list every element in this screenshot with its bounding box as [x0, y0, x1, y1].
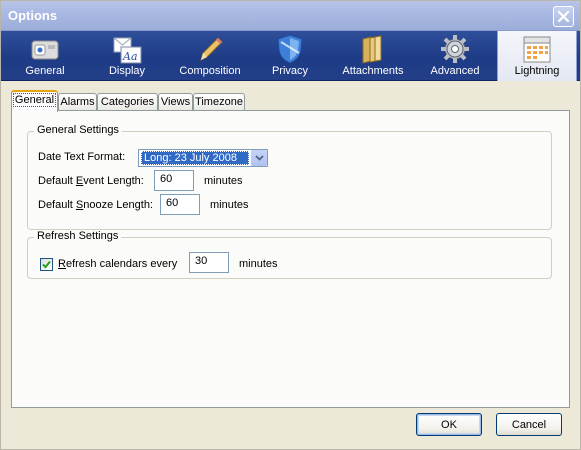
- ok-button[interactable]: OK: [416, 413, 482, 436]
- checkmark-icon: [42, 260, 51, 269]
- general-switch-icon: [31, 40, 59, 60]
- pane-attachments-label: Attachments: [342, 65, 404, 77]
- close-icon: [557, 10, 570, 23]
- refresh-checkbox-label[interactable]: Refresh calendars every: [58, 258, 177, 270]
- tab-views[interactable]: Views: [158, 93, 193, 111]
- pane-general[interactable]: General: [7, 31, 83, 81]
- calendar-icon: [523, 36, 551, 63]
- snooze-length-unit: minutes: [210, 199, 249, 211]
- pane-lightning-label: Lightning: [514, 65, 560, 77]
- pane-privacy[interactable]: Privacy: [255, 31, 325, 81]
- tab-views-label: Views: [160, 96, 191, 108]
- pane-privacy-label: Privacy: [271, 65, 309, 77]
- tab-general-label: General: [12, 93, 57, 107]
- pane-advanced-label: Advanced: [430, 65, 480, 77]
- tab-alarms-label: Alarms: [60, 96, 95, 108]
- snooze-length-input[interactable]: 60: [160, 194, 200, 215]
- pane-general-label: General: [25, 65, 65, 77]
- close-button[interactable]: [553, 6, 574, 27]
- refresh-checkbox[interactable]: [40, 258, 53, 271]
- event-length-input[interactable]: 60: [154, 170, 194, 191]
- pane-composition-label: Composition: [179, 65, 241, 77]
- tab-categories[interactable]: Categories: [97, 93, 158, 111]
- tab-alarms[interactable]: Alarms: [58, 93, 97, 111]
- options-window: Options General Aa Display Composition P…: [0, 0, 581, 450]
- pencil-icon: [200, 37, 223, 61]
- refresh-settings-title: Refresh Settings: [34, 230, 122, 242]
- svg-text:Aa: Aa: [122, 50, 138, 63]
- date-format-value: Long: 23 July 2008: [141, 151, 249, 165]
- window-title: Options: [8, 8, 58, 23]
- chevron-down-icon: [254, 155, 264, 161]
- general-settings-group: General Settings Date Text Format: Long:…: [27, 124, 552, 230]
- refresh-settings-group: Refresh Settings Refresh calendars every…: [27, 230, 552, 279]
- pane-toolbar: General Aa Display Composition Privacy A…: [1, 31, 580, 81]
- cancel-button[interactable]: Cancel: [496, 413, 562, 436]
- tab-timezone[interactable]: Timezone: [193, 93, 245, 111]
- pane-advanced[interactable]: Advanced: [417, 31, 493, 81]
- pane-composition[interactable]: Composition: [171, 31, 249, 81]
- tab-timezone-label: Timezone: [195, 96, 243, 108]
- general-settings-title: General Settings: [34, 124, 122, 136]
- refresh-interval-input[interactable]: 30: [189, 252, 229, 273]
- pane-attachments[interactable]: Attachments: [335, 31, 411, 81]
- pane-lightning[interactable]: Lightning: [497, 31, 577, 81]
- display-font-icon: Aa: [113, 37, 142, 64]
- gear-icon: [441, 35, 469, 63]
- snooze-length-label: Default Snooze Length:: [38, 199, 153, 211]
- title-bar[interactable]: Options: [1, 1, 580, 31]
- folder-icon: [362, 35, 382, 64]
- tab-general[interactable]: General: [11, 90, 58, 112]
- refresh-interval-unit: minutes: [239, 258, 278, 270]
- pane-display-label: Display: [108, 65, 146, 77]
- pane-display[interactable]: Aa Display: [87, 31, 167, 81]
- event-length-label: Default Event Length:: [38, 175, 144, 187]
- date-format-label: Date Text Format:: [38, 151, 126, 163]
- shield-icon: [277, 34, 303, 64]
- event-length-unit: minutes: [204, 175, 243, 187]
- tab-categories-label: Categories: [100, 96, 155, 108]
- tab-panel-general: General Settings Date Text Format: Long:…: [11, 110, 570, 408]
- date-format-select[interactable]: Long: 23 July 2008: [138, 149, 268, 167]
- dropdown-button[interactable]: [250, 150, 267, 166]
